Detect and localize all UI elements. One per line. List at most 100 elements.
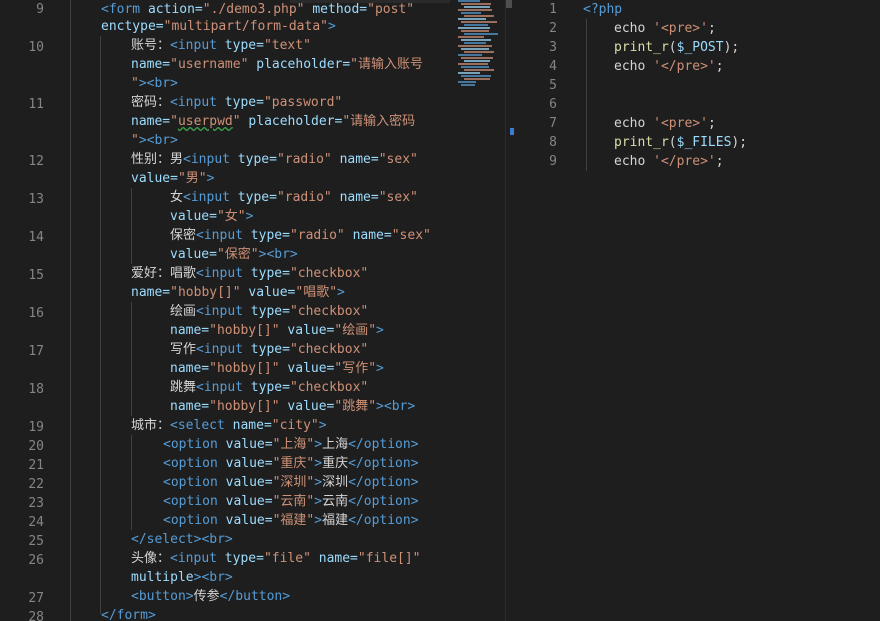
code-line[interactable]: print_r($_FILES); bbox=[516, 133, 880, 152]
code-token: <input bbox=[196, 266, 243, 281]
code-token: "sex" bbox=[378, 190, 418, 205]
code-text: echo '<pre>'; bbox=[614, 19, 716, 38]
code-line[interactable]: 爱好：唱歌<input type="checkbox" bbox=[0, 264, 505, 283]
code-token: multiple bbox=[131, 570, 194, 585]
code-line[interactable]: <button>传参</button> bbox=[0, 587, 505, 606]
code-line[interactable]: </select><br> bbox=[0, 530, 505, 549]
code-token: ><br> bbox=[138, 76, 178, 91]
code-token: ); bbox=[723, 40, 740, 55]
code-line[interactable]: name="username" placeholder="请输入账号 bbox=[0, 55, 505, 74]
code-line[interactable]: 保密<input type="radio" name="sex" bbox=[0, 226, 505, 245]
code-token: " bbox=[131, 76, 139, 91]
code-line[interactable]: name="hobby[]" value="跳舞"><br> bbox=[0, 397, 505, 416]
code-text: <?php bbox=[583, 0, 622, 19]
right-editor-pane[interactable]: 1 2 3 4 5 6 7 8 9 <?php echo '<pre>'; print_r($_POS… bbox=[516, 0, 880, 621]
code-line[interactable]: multiple><br> bbox=[0, 568, 505, 587]
code-token: "checkbox" bbox=[289, 304, 369, 319]
code-token: <input bbox=[183, 190, 230, 205]
code-line[interactable]: 女<input type="radio" name="sex" bbox=[0, 188, 505, 207]
code-token: type= bbox=[242, 342, 290, 357]
code-line[interactable]: echo '<pre>'; bbox=[516, 114, 880, 133]
code-token: action= bbox=[140, 2, 203, 17]
code-token: </option> bbox=[348, 494, 419, 509]
code-token: <button> bbox=[131, 589, 194, 604]
code-line[interactable]: print_r($_POST); bbox=[516, 38, 880, 57]
code-text: "><br> bbox=[131, 131, 178, 150]
code-token: "checkbox" bbox=[289, 342, 369, 357]
code-line[interactable]: name="hobby[]" value="绘画"> bbox=[0, 321, 505, 340]
code-line[interactable]: name="hobby[]" value="写作"> bbox=[0, 359, 505, 378]
code-token: "radio" bbox=[289, 228, 345, 243]
code-token: "云南" bbox=[272, 494, 315, 509]
code-token: type= bbox=[242, 266, 290, 281]
code-line[interactable]: <?php bbox=[516, 0, 880, 19]
code-token: 女 bbox=[170, 190, 184, 205]
code-line[interactable]: 绘画<input type="checkbox" bbox=[0, 302, 505, 321]
code-token: value= bbox=[240, 285, 296, 300]
code-text: name="hobby[]" value="绘画"> bbox=[170, 321, 384, 340]
code-token: ; bbox=[707, 21, 716, 36]
code-line[interactable]: echo '</pre>'; bbox=[516, 57, 880, 76]
code-token: > bbox=[376, 323, 384, 338]
code-line[interactable]: "><br> bbox=[0, 131, 505, 150]
code-text: 女<input type="radio" name="sex" bbox=[170, 188, 418, 207]
code-token: type= bbox=[242, 304, 290, 319]
code-token: <input bbox=[196, 380, 243, 395]
code-token: value= bbox=[131, 171, 178, 186]
code-token: "sex" bbox=[378, 152, 418, 167]
code-token: > bbox=[314, 475, 323, 490]
code-text: name="username" placeholder="请输入账号 bbox=[131, 55, 423, 74]
code-token: ><br> bbox=[376, 399, 416, 414]
code-token: <input bbox=[170, 95, 217, 110]
code-line[interactable]: name="hobby[]" value="唱歌"> bbox=[0, 283, 505, 302]
code-token: "hobby[]" bbox=[209, 323, 280, 338]
code-text: 性别：男<input type="radio" name="sex" bbox=[131, 150, 418, 169]
code-line[interactable]: value="男"> bbox=[0, 169, 505, 188]
code-line[interactable]: <option value="福建">福建</option> bbox=[0, 511, 505, 530]
code-line[interactable]: 账号：<input type="text" bbox=[0, 36, 505, 55]
code-line[interactable]: name="userpwd" placeholder="请输入密码 bbox=[0, 112, 505, 131]
code-token: " bbox=[232, 114, 241, 129]
code-token: name= bbox=[131, 114, 171, 129]
code-token: ><br> bbox=[138, 133, 178, 148]
code-line[interactable]: 密码：<input type="password" bbox=[0, 93, 505, 112]
code-line[interactable]: echo '</pre>'; bbox=[516, 152, 880, 171]
code-token: 传参 bbox=[193, 589, 220, 604]
code-line[interactable]: </form> bbox=[0, 606, 505, 621]
code-token: "男" bbox=[177, 171, 207, 186]
code-line[interactable]: <option value="重庆">重庆</option> bbox=[0, 454, 505, 473]
code-token: "重庆" bbox=[272, 456, 315, 471]
left-editor-pane[interactable]: 9 10 11 12 13 14 15 16 17 18 19 20 21 22 23 24 25 26 27 28 <… bbox=[0, 0, 505, 621]
code-line[interactable]: enctype="multipart/form-data"> bbox=[0, 17, 505, 36]
code-line[interactable]: 写作<input type="checkbox" bbox=[0, 340, 505, 359]
code-line[interactable]: 城市：<select name="city"> bbox=[0, 416, 505, 435]
code-token: type= bbox=[229, 190, 277, 205]
code-text: 城市：<select name="city"> bbox=[131, 416, 327, 435]
code-token: 重庆 bbox=[322, 456, 349, 471]
code-token: "女" bbox=[216, 209, 246, 224]
code-token: 上海 bbox=[322, 437, 349, 452]
code-line[interactable]: value="女"> bbox=[0, 207, 505, 226]
code-token: </form> bbox=[101, 608, 156, 621]
code-line[interactable]: value="保密"><br> bbox=[0, 245, 505, 264]
code-line[interactable]: "><br> bbox=[0, 74, 505, 93]
scrollbar-thumb[interactable] bbox=[506, 0, 512, 8]
code-token: <input bbox=[183, 152, 230, 167]
scroll-shadow bbox=[290, 0, 450, 3]
code-line[interactable]: 头像：<input type="file" name="file[]" bbox=[0, 549, 505, 568]
code-line[interactable]: 性别：男<input type="radio" name="sex" bbox=[0, 150, 505, 169]
code-line[interactable]: <option value="云南">云南</option> bbox=[0, 492, 505, 511]
code-line[interactable]: <option value="上海">上海</option> bbox=[0, 435, 505, 454]
code-token: <input bbox=[196, 304, 243, 319]
code-token: "上海" bbox=[272, 437, 315, 452]
code-token: <option bbox=[163, 437, 218, 452]
code-text: 绘画<input type="checkbox" bbox=[170, 302, 368, 321]
code-text: 账号：<input type="text" bbox=[131, 36, 311, 55]
code-token: "绘画" bbox=[334, 323, 377, 338]
code-token: <select bbox=[170, 418, 225, 433]
code-token: value= bbox=[217, 494, 273, 509]
code-line[interactable]: <option value="深圳">深圳</option> bbox=[0, 473, 505, 492]
code-line[interactable]: echo '<pre>'; bbox=[516, 19, 880, 38]
code-line[interactable]: 跳舞<input type="checkbox" bbox=[0, 378, 505, 397]
code-text: <option value="上海">上海</option> bbox=[163, 435, 419, 454]
